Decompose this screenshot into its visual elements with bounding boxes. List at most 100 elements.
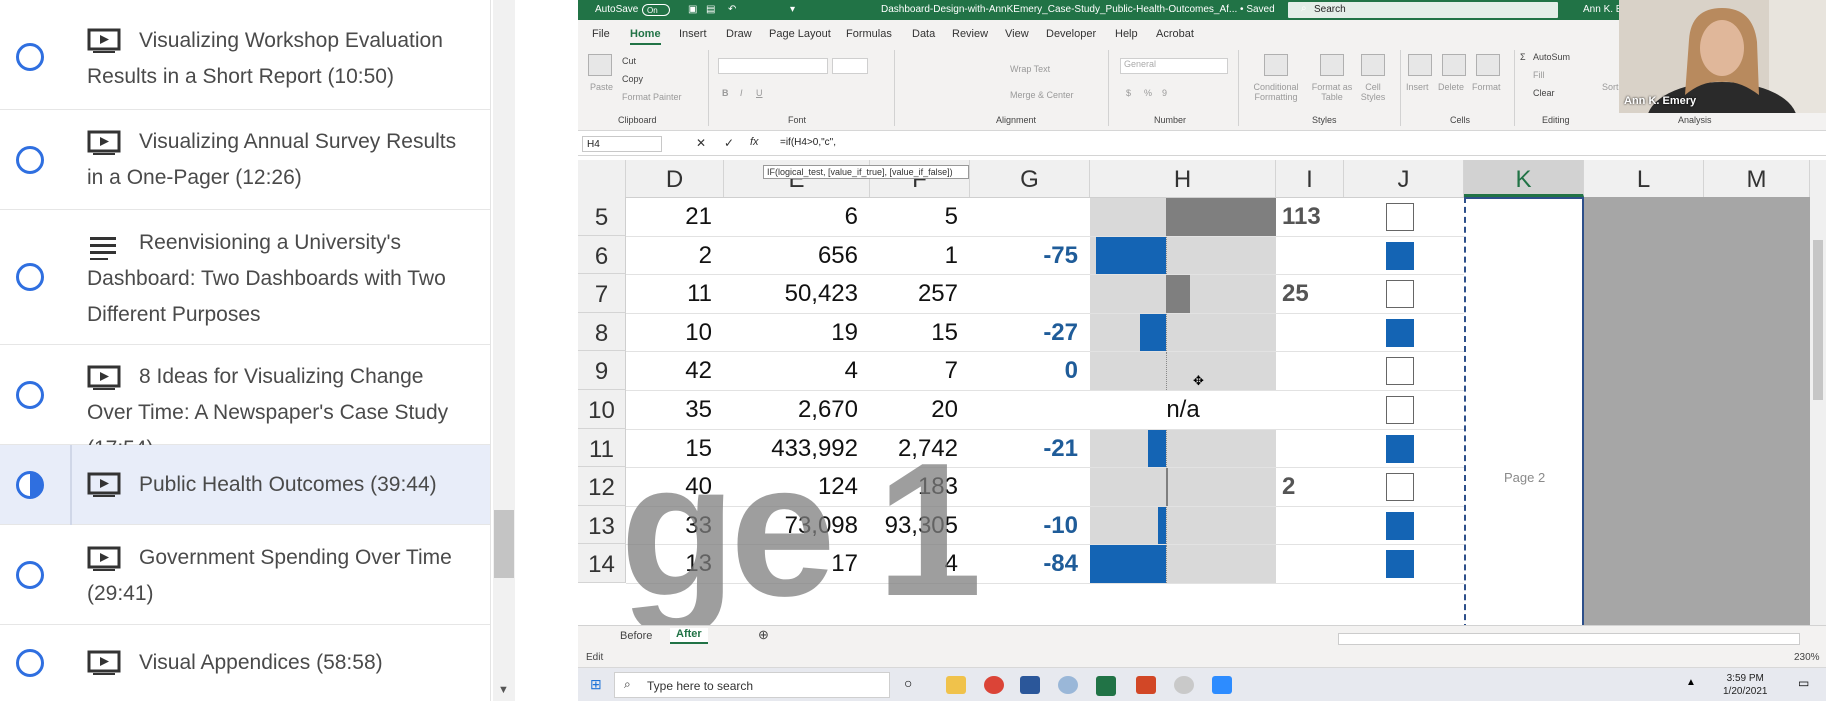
font-size-dropdown[interactable] [832, 58, 868, 74]
currency-button[interactable]: $ [1126, 88, 1131, 98]
checkbox-unchecked[interactable] [1386, 396, 1414, 424]
cell-i[interactable] [1276, 236, 1344, 275]
paste-button[interactable]: Paste [590, 82, 613, 92]
underline-button[interactable]: U [756, 88, 763, 98]
tab-acrobat[interactable]: Acrobat [1156, 28, 1194, 40]
checkbox-unchecked[interactable] [1386, 280, 1414, 309]
cell-g[interactable] [970, 390, 1090, 429]
font-name-dropdown[interactable] [718, 58, 828, 74]
cell-e[interactable]: 4 [724, 351, 870, 390]
column-header-j[interactable]: J [1344, 160, 1464, 197]
cell-g[interactable] [970, 274, 1090, 313]
formula-input[interactable]: =if(H4>0,"c", [780, 137, 836, 148]
checkbox-checked[interactable] [1386, 241, 1414, 270]
tab-home[interactable]: Home [630, 28, 661, 45]
cell-d[interactable]: 21 [626, 197, 724, 236]
tab-draw[interactable]: Draw [726, 28, 752, 40]
checkbox-unchecked[interactable] [1386, 473, 1414, 502]
column-header-l[interactable]: L [1584, 160, 1704, 197]
spreadsheet-grid[interactable]: D E F G H I J K L M 5 21 6 5 113 6 2 656 1 -75 7 11… [578, 160, 1810, 630]
column-header-d[interactable]: D [626, 160, 724, 197]
checkbox-checked[interactable] [1386, 511, 1414, 540]
column-header-h[interactable]: H [1090, 160, 1276, 197]
cell-g[interactable]: -84 [970, 544, 1090, 583]
row-header[interactable]: 11 [578, 428, 626, 468]
row-header[interactable]: 9 [578, 351, 626, 390]
row-header[interactable]: 10 [578, 390, 626, 429]
cell-d[interactable]: 35 [626, 390, 724, 429]
tab-view[interactable]: View [1005, 28, 1029, 40]
cut-button[interactable]: Cut [622, 56, 636, 66]
show-hidden-icons-icon[interactable]: ▲ [1686, 677, 1696, 688]
tab-help[interactable]: Help [1115, 28, 1138, 40]
name-box[interactable]: H4 [582, 136, 662, 152]
enter-icon[interactable]: ✓ [724, 136, 734, 150]
cell-g[interactable]: -75 [970, 236, 1090, 275]
tab-insert[interactable]: Insert [679, 28, 707, 40]
cell-g[interactable]: -21 [970, 429, 1090, 468]
sidebar-scrollbar[interactable] [493, 0, 515, 701]
cell-f[interactable]: 1 [870, 236, 970, 275]
cell-i[interactable] [1276, 429, 1344, 468]
cell-f[interactable]: 20 [870, 390, 970, 429]
cell-g[interactable]: -10 [970, 506, 1090, 545]
powerpoint-icon[interactable] [1136, 676, 1156, 694]
delete-cells-button[interactable]: Delete [1438, 82, 1464, 92]
cell-e[interactable]: 50,423 [724, 274, 870, 313]
format-as-table-button[interactable]: Format as Table [1310, 82, 1354, 102]
italic-button[interactable]: I [740, 88, 743, 98]
horizontal-scrollbar[interactable] [1338, 633, 1800, 645]
tab-developer[interactable]: Developer [1046, 28, 1096, 40]
row-header[interactable]: 7 [578, 274, 626, 313]
cell-i[interactable] [1276, 544, 1344, 583]
cell-i[interactable]: 2 [1276, 467, 1344, 506]
wrap-text-button[interactable]: Wrap Text [1010, 64, 1050, 74]
lesson-item[interactable]: Reenvisioning a University's Dashboard: … [0, 210, 490, 345]
taskbar-clock[interactable]: 3:59 PM 1/20/2021 [1723, 672, 1768, 698]
column-header-i[interactable]: I [1276, 160, 1344, 197]
percent-button[interactable]: % [1144, 88, 1152, 98]
word-icon[interactable] [1020, 676, 1040, 694]
vertical-scroll-thumb[interactable] [1813, 240, 1823, 400]
user-name[interactable]: Ann K. E [1583, 4, 1622, 15]
tab-review[interactable]: Review [952, 28, 988, 40]
zoom-icon[interactable] [1212, 676, 1232, 694]
cell-i[interactable] [1276, 506, 1344, 545]
add-sheet-icon[interactable]: ⊕ [758, 627, 769, 643]
notifications-icon[interactable]: ▭ [1798, 676, 1809, 690]
checkbox-unchecked[interactable] [1386, 357, 1414, 386]
column-header-k[interactable]: K [1464, 160, 1584, 197]
zoom-level[interactable]: 230% [1794, 652, 1820, 663]
comma-button[interactable]: 9 [1162, 88, 1167, 98]
cell-f[interactable]: 5 [870, 197, 970, 236]
format-cells-button[interactable]: Format [1472, 82, 1501, 92]
lesson-item-current[interactable]: Public Health Outcomes (39:44) [0, 445, 490, 525]
lesson-item[interactable]: Visual Appendices (58:58) [0, 625, 490, 701]
lesson-item[interactable]: Visualizing Workshop Evaluation Results … [0, 0, 490, 110]
sheet-tab-before[interactable]: Before [620, 630, 652, 642]
insert-function-icon[interactable]: fx [750, 136, 759, 148]
file-explorer-icon[interactable] [946, 676, 966, 694]
cell-i[interactable]: 25 [1276, 274, 1344, 313]
task-view-icon[interactable]: ○ [904, 675, 912, 691]
conditional-formatting-button[interactable]: Conditional Formatting [1246, 82, 1306, 102]
lesson-item[interactable]: Visualizing Annual Survey Results in a O… [0, 110, 490, 210]
bold-button[interactable]: B [722, 88, 729, 98]
tab-formulas[interactable]: Formulas [846, 28, 892, 40]
scroll-down-arrow-icon[interactable]: ▼ [498, 684, 509, 696]
cell-e[interactable]: 6 [724, 197, 870, 236]
checkbox-unchecked[interactable] [1386, 203, 1414, 231]
cell-i[interactable] [1276, 313, 1344, 352]
row-header[interactable]: 14 [578, 544, 626, 583]
row-header[interactable]: 5 [578, 197, 626, 236]
row-header[interactable]: 12 [578, 467, 626, 506]
cell-d[interactable]: 10 [626, 313, 724, 352]
checkbox-checked[interactable] [1386, 550, 1414, 579]
windows-start-icon[interactable]: ⊞ [590, 676, 602, 693]
app-icon[interactable] [1174, 676, 1194, 694]
column-header-g[interactable]: G [970, 160, 1090, 197]
cell-g[interactable] [970, 467, 1090, 506]
lesson-item[interactable]: Government Spending Over Time (29:41) [0, 525, 490, 625]
row-header[interactable]: 6 [578, 235, 626, 275]
cell-h-text[interactable]: n/a [1090, 390, 1276, 429]
